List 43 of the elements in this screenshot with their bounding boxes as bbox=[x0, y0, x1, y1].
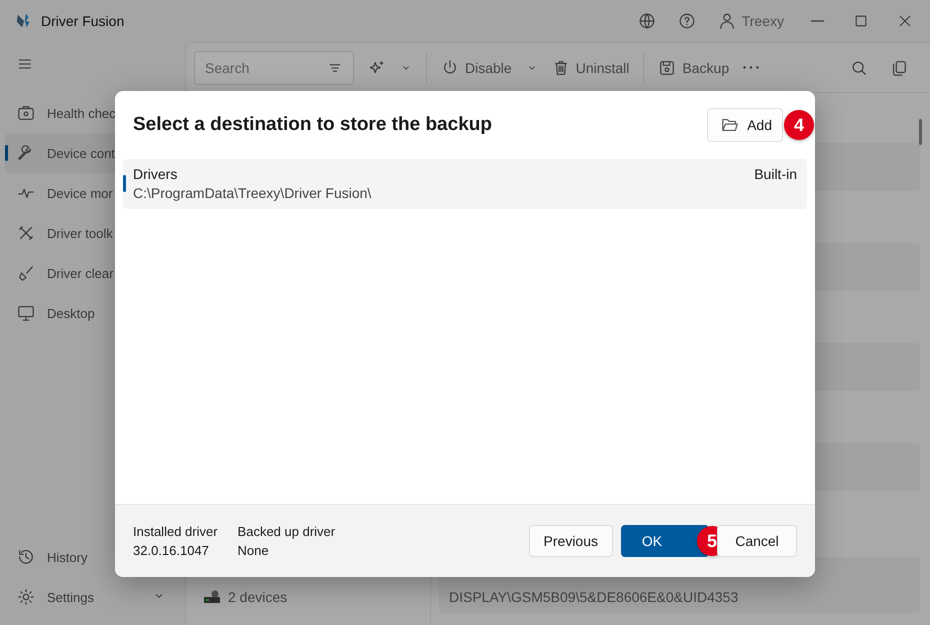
copy-icon bbox=[890, 58, 908, 76]
sidebar-item[interactable]: Driver clear bbox=[5, 253, 180, 293]
destination-item[interactable]: Drivers Built-in C:\ProgramData\Treexy\Driver Fusion\ bbox=[123, 159, 807, 209]
info-value: 32.0.16.1047 bbox=[133, 542, 210, 560]
user-name[interactable]: Treexy bbox=[742, 13, 784, 29]
tools-icon bbox=[17, 224, 35, 242]
window-title: Driver Fusion bbox=[41, 13, 124, 29]
sidebar-item[interactable]: Driver toolk bbox=[5, 213, 180, 253]
toolbar-button[interactable]: Uninstall bbox=[552, 58, 630, 76]
save-icon bbox=[658, 58, 676, 76]
info-value: None bbox=[238, 542, 270, 560]
search-field[interactable]: Search bbox=[194, 50, 354, 84]
dialog-button[interactable]: Previous bbox=[528, 525, 613, 557]
person-icon bbox=[718, 12, 736, 30]
step-badge: 4 bbox=[784, 110, 814, 140]
minimize-icon bbox=[810, 20, 824, 22]
sidebar-item[interactable]: Desktop bbox=[5, 293, 180, 333]
add-button[interactable]: Add bbox=[707, 108, 783, 142]
sidebar-item[interactable]: Settings bbox=[5, 577, 180, 617]
more-icon bbox=[743, 66, 760, 69]
destination-type: Built-in bbox=[754, 165, 797, 184]
device-id: DISPLAY\GSM5B09\5&DE8606E&0&UID4353 bbox=[449, 589, 738, 605]
camera-icon bbox=[17, 104, 35, 122]
dialog-title: Select a destination to store the backup bbox=[133, 114, 492, 136]
device-count: 2 devices bbox=[228, 589, 288, 605]
drive-icon bbox=[204, 590, 220, 604]
toolbar-button[interactable]: Backup bbox=[658, 58, 730, 76]
info-label: Installed driver bbox=[133, 523, 218, 541]
search-icon bbox=[850, 58, 868, 76]
info-label: Backed up driver bbox=[238, 523, 336, 541]
dialog-button[interactable]: Cancel bbox=[717, 525, 797, 557]
toolbar-button[interactable]: Disable bbox=[441, 58, 512, 76]
power-icon bbox=[441, 58, 459, 76]
folder-icon bbox=[721, 116, 740, 134]
help-icon bbox=[678, 12, 696, 30]
monitor-icon bbox=[17, 304, 35, 322]
history-icon bbox=[17, 548, 35, 566]
globe-icon bbox=[638, 12, 656, 30]
broom-icon bbox=[17, 264, 35, 282]
dialog-button[interactable]: OK bbox=[621, 525, 709, 557]
destination-path: C:\ProgramData\Treexy\Driver Fusion\ bbox=[133, 184, 372, 203]
maximize-icon bbox=[853, 13, 869, 29]
close-icon bbox=[897, 13, 913, 29]
